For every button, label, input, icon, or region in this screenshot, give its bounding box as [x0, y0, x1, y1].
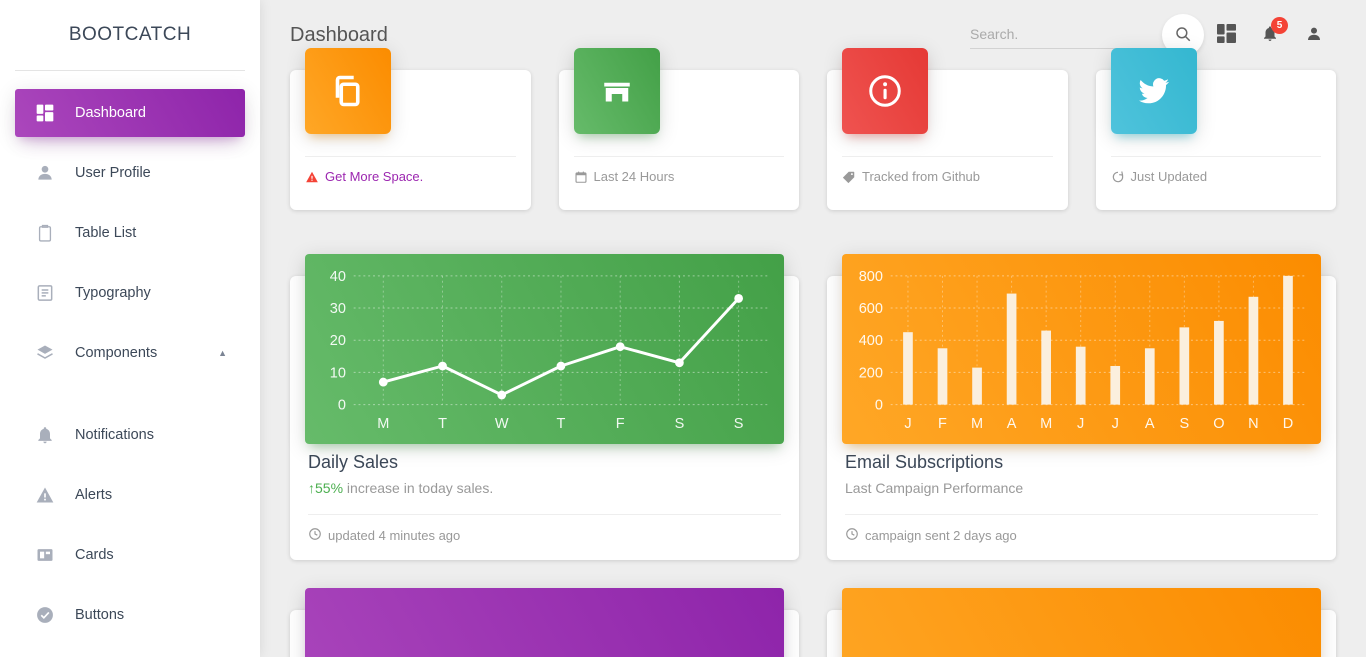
stat-footer: Last 24 Hours: [574, 157, 785, 184]
third-card: [290, 588, 799, 657]
calendar-icon: [574, 170, 588, 184]
sidebar-item-typography[interactable]: Typography: [15, 269, 245, 317]
sidebar-divider: [15, 70, 245, 71]
chart-series: [903, 275, 1293, 405]
daily-sales-footer: updated 4 minutes ago: [308, 515, 781, 558]
chart-gridlines: [890, 275, 1306, 406]
stat-footer: Tracked from Github: [842, 157, 1053, 184]
warning-icon: [30, 483, 60, 507]
page-title: Dashboard: [290, 23, 388, 46]
email-subscriptions-body: Email Subscriptions Last Campaign Perfor…: [845, 452, 1318, 560]
sidebar-item-table-list[interactable]: Table List: [15, 209, 245, 257]
stat-footer-text: Last 24 Hours: [593, 169, 675, 184]
dashboard-content: Get More Space. Last 24 Hours Tracked from…: [260, 48, 1366, 657]
daily-sales-body: Daily Sales ↑55% increase in today sales…: [308, 452, 781, 560]
sidebar-item-label: Typography: [75, 285, 151, 301]
email-subscriptions-card: 0 200 400 600 800 J F M A M J J A S O N D Email Subscrip…: [827, 254, 1336, 560]
warning-icon: [305, 170, 319, 184]
email-subscriptions-bar-chart: [890, 275, 1306, 406]
chart-series: [378, 293, 743, 400]
chart-gridlines: [353, 275, 769, 406]
daily-sales-footer-text: updated 4 minutes ago: [328, 528, 461, 543]
clock-icon: [845, 527, 859, 544]
sidebar-item-components[interactable]: Components ▲: [15, 329, 245, 377]
stat-footer-text[interactable]: Get More Space.: [325, 169, 423, 184]
fourth-card: [827, 588, 1336, 657]
email-subscriptions-subtitle: Last Campaign Performance: [845, 480, 1024, 496]
notifications-button[interactable]: 5: [1248, 13, 1292, 57]
chevron-up-icon[interactable]: ▲: [218, 348, 227, 358]
card-icon: [30, 543, 60, 567]
trend-up-arrow: ↑: [308, 480, 315, 496]
check-circle-icon: [30, 603, 60, 627]
sidebar-item-label: Notifications: [75, 427, 154, 443]
stat-footer: Get More Space.: [305, 157, 516, 184]
email-subscriptions-title: Email Subscriptions: [845, 452, 1004, 472]
sidebar-item-buttons[interactable]: Buttons: [15, 591, 245, 639]
sidebar-nav: Dashboard User Profile Table List Typograph…: [0, 89, 260, 639]
stat-card-used-space: Get More Space.: [290, 48, 531, 210]
daily-sales-subtitle: ↑55% increase in today sales.: [308, 480, 781, 496]
layers-icon: [30, 341, 60, 365]
store-icon: [573, 48, 660, 134]
person-icon: [1305, 25, 1323, 46]
daily-sales-chart-header[interactable]: 0 10 20 30 40 M T W T F S S: [305, 254, 784, 444]
person-icon: [30, 161, 60, 185]
sidebar-item-label: Components: [75, 345, 158, 361]
grid-icon: [1216, 24, 1236, 46]
user-profile-button[interactable]: [1292, 13, 1336, 57]
email-subscriptions-chart-header[interactable]: 0 200 400 600 800 J F M A M J J A S O N D: [842, 254, 1321, 444]
email-subscriptions-footer-text: campaign sent 2 days ago: [865, 528, 1017, 543]
stat-footer-text: Just Updated: [1130, 169, 1208, 184]
daily-sales-card: 0 10 20 30 40 M T W T F S S Daily Sales ↑55% increa…: [290, 254, 799, 560]
stat-footer-text: Tracked from Github: [862, 169, 981, 184]
clock-icon: [308, 527, 322, 544]
charts-row: 0 10 20 30 40 M T W T F S S Daily Sales ↑55% increa…: [290, 254, 1336, 560]
apps-grid-button[interactable]: [1204, 13, 1248, 57]
stat-card-followers: Just Updated: [1095, 48, 1336, 210]
sidebar-item-cards[interactable]: Cards: [15, 531, 245, 579]
sidebar-group-spacer: [0, 389, 260, 411]
sidebar: BOOTCATCH Dashboard User Profile Table Lis…: [0, 0, 260, 657]
top-navbar: Dashboard Search. 5: [260, 0, 1366, 70]
refresh-icon: [1111, 170, 1125, 184]
copy-icon: [305, 48, 391, 134]
sidebar-item-notifications[interactable]: Notifications: [15, 411, 245, 459]
third-chart-header[interactable]: [305, 588, 784, 657]
clipboard-icon: [30, 221, 60, 245]
email-subscriptions-footer: campaign sent 2 days ago: [845, 515, 1318, 558]
dashboard-icon: [30, 101, 60, 125]
search-icon: [1174, 25, 1192, 46]
stat-card-fixed-issues: Tracked from Github: [827, 48, 1068, 210]
daily-sales-sub-text: increase in today sales.: [346, 480, 494, 496]
sidebar-item-alerts[interactable]: Alerts: [15, 471, 245, 519]
sidebar-item-label: Buttons: [75, 607, 125, 623]
sidebar-item-label: Dashboard: [75, 105, 146, 121]
charts-row-2: [290, 588, 1336, 657]
sidebar-item-label: Alerts: [75, 487, 113, 503]
daily-sales-line-chart: [353, 275, 769, 406]
stat-card-revenue: Last 24 Hours: [558, 48, 799, 210]
tag-icon: [842, 170, 856, 184]
daily-sales-percent: 55%: [315, 480, 344, 496]
notification-badge: 5: [1271, 17, 1288, 34]
bell-icon: [30, 423, 60, 447]
sidebar-item-label: Table List: [75, 225, 137, 241]
fourth-chart-header[interactable]: [842, 588, 1321, 657]
typography-icon: [30, 281, 60, 305]
stat-footer: Just Updated: [1111, 157, 1322, 184]
search-input[interactable]: [970, 21, 1150, 49]
sidebar-item-dashboard[interactable]: Dashboard: [15, 89, 245, 137]
twitter-icon: [1110, 48, 1197, 134]
brand-logo[interactable]: BOOTCATCH: [0, 0, 260, 70]
main-region: Dashboard Search. 5 Get More Space. Last…: [260, 0, 1366, 657]
daily-sales-title: Daily Sales: [308, 452, 399, 472]
stats-row: Get More Space. Last 24 Hours Tracked from…: [290, 48, 1336, 210]
sidebar-item-label: Cards: [75, 547, 114, 563]
info-icon: [842, 48, 928, 134]
sidebar-item-user-profile[interactable]: User Profile: [15, 149, 245, 197]
sidebar-item-label: User Profile: [75, 165, 151, 181]
